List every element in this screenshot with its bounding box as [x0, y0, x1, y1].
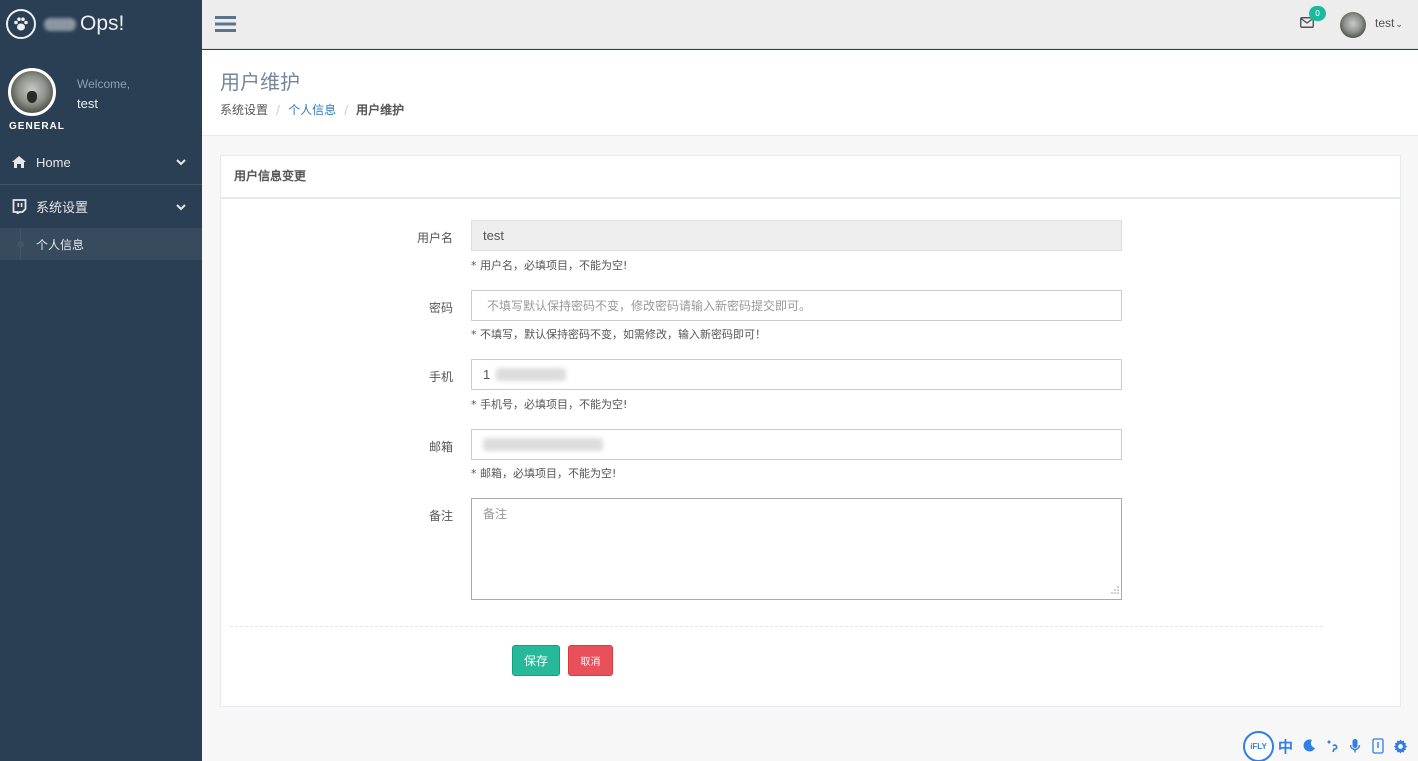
password-field[interactable]: 不填写默认保持密码不变，修改密码请输入新密码提交即可。: [471, 290, 1122, 321]
top-nav: 0 test⌄: [202, 0, 1418, 49]
email-label: 邮箱: [428, 440, 453, 454]
brand[interactable]: Ops!: [0, 0, 202, 48]
cancel-button[interactable]: 取消: [568, 645, 613, 676]
welcome-text: Welcome,: [77, 77, 131, 91]
avatar: [8, 68, 56, 116]
breadcrumb: 系统设置 / 个人信息 / 用户维护: [220, 101, 404, 118]
keyboard-icon[interactable]: [1366, 735, 1389, 757]
paw-icon: [6, 9, 36, 39]
user-menu-toggle[interactable]: test⌄: [1375, 16, 1403, 30]
breadcrumb-current: 用户维护: [356, 103, 405, 117]
redacted-block: [496, 368, 567, 381]
punctuation-icon[interactable]: [1320, 735, 1343, 757]
microphone-icon[interactable]: [1343, 735, 1366, 757]
password-help: * 不填写，默认保持密码不变，如需修改，输入新密码即可！: [471, 328, 766, 341]
page-title: 用户维护: [220, 70, 300, 94]
phone-field[interactable]: 1: [471, 359, 1122, 390]
user-form-panel: 用户信息变更 用户名 test * 用户名，必填项目，不能为空! 密码 不填写默…: [220, 155, 1401, 707]
menu-section-title: GENERAL: [9, 121, 65, 132]
sidebar-item-system-settings[interactable]: 系统设置: [0, 184, 202, 228]
redacted-block: [483, 438, 603, 451]
sidebar-item-label: 系统设置: [36, 200, 89, 215]
note-label: 备注: [428, 509, 453, 523]
user-name: test: [1375, 16, 1395, 30]
breadcrumb-separator: /: [276, 102, 281, 117]
sidebar: Ops! Welcome, test GENERAL Home 系统设置 个人信…: [0, 0, 202, 761]
breadcrumb-link-profile[interactable]: 个人信息: [288, 101, 336, 118]
page-header: 用户维护 系统设置 / 个人信息 / 用户维护: [202, 50, 1418, 136]
phone-help: * 手机号，必填项目，不能为空!: [471, 398, 628, 411]
password-label: 密码: [428, 301, 453, 315]
email-field[interactable]: [471, 429, 1122, 460]
phone-value: 1: [483, 367, 491, 382]
sidebar-subitem-profile[interactable]: 个人信息: [0, 228, 202, 260]
panel-title: 用户信息变更: [221, 156, 1400, 199]
ifly-logo[interactable]: iFLY: [1243, 730, 1274, 761]
username-field: test: [471, 220, 1122, 251]
menu-toggle-icon[interactable]: [215, 14, 237, 38]
breadcrumb-item-system-settings: 系统设置: [220, 103, 269, 117]
brand-title: Ops!: [44, 12, 124, 36]
email-help: * 邮箱，必填项目，不能为空!: [471, 467, 617, 480]
gear-icon[interactable]: [1389, 735, 1412, 757]
welcome-username: test: [77, 96, 98, 111]
home-icon: [10, 154, 28, 170]
ime-toolbar: iFLY 中: [1243, 730, 1418, 761]
user-avatar[interactable]: [1340, 12, 1366, 38]
username-label: 用户名: [416, 231, 453, 245]
twitch-icon: [10, 199, 28, 215]
chevron-down-icon: [176, 155, 186, 170]
resize-grip-icon[interactable]: [1111, 583, 1119, 597]
sidebar-item-label: Home: [36, 154, 71, 170]
save-button[interactable]: 保存: [512, 645, 560, 676]
breadcrumb-separator: /: [344, 102, 349, 117]
username-help: * 用户名，必填项目，不能为空!: [471, 259, 628, 272]
notification-badge: 0: [1309, 6, 1326, 21]
note-placeholder: 备注: [483, 507, 508, 521]
form-divider: [230, 626, 1323, 627]
note-textarea[interactable]: 备注: [471, 498, 1122, 600]
moon-icon[interactable]: [1297, 735, 1320, 757]
ime-language-toggle[interactable]: 中: [1274, 735, 1297, 757]
phone-label: 手机: [428, 370, 453, 384]
chevron-down-icon: [176, 200, 186, 215]
side-menu: Home 系统设置 个人信息: [0, 140, 202, 260]
main-content: 用户信息变更 用户名 test * 用户名，必填项目，不能为空! 密码 不填写默…: [202, 136, 1418, 761]
chevron-down-icon: ⌄: [1395, 19, 1403, 29]
sidebar-item-home[interactable]: Home: [0, 140, 202, 184]
